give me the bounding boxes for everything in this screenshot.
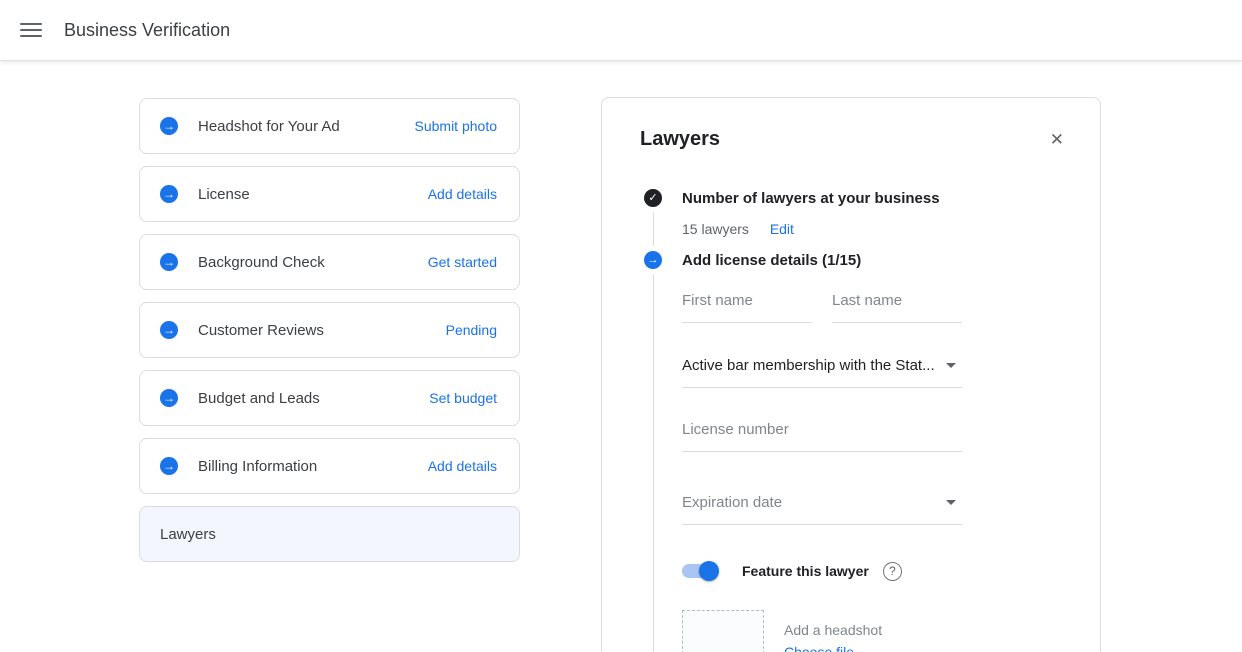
step-connector bbox=[653, 274, 654, 652]
last-name-field[interactable] bbox=[832, 292, 962, 323]
panel-header: Lawyers ✕ bbox=[640, 128, 1066, 152]
checklist-card[interactable]: Lawyers bbox=[139, 506, 520, 562]
expiration-date-select[interactable]: Expiration date bbox=[682, 494, 962, 525]
lawyer-count-value: 15 lawyers bbox=[682, 221, 749, 237]
hamburger-icon[interactable] bbox=[20, 23, 42, 37]
checklist: → Headshot for Your Ad Submit photo → Li… bbox=[139, 98, 520, 574]
lawyers-panel: Lawyers ✕ ✓ Number of lawyers at your bu… bbox=[601, 97, 1101, 652]
checklist-card-label: Lawyers bbox=[160, 526, 497, 543]
license-details-form: Active bar membership with the Stat... E… bbox=[682, 292, 1066, 652]
checklist-card[interactable]: → Customer Reviews Pending bbox=[139, 302, 520, 358]
feature-toggle-row: Feature this lawyer ? bbox=[682, 561, 1066, 581]
checklist-card[interactable]: → License Add details bbox=[139, 166, 520, 222]
stepper: ✓ Number of lawyers at your business 15 … bbox=[640, 189, 1066, 652]
choose-file-link[interactable]: Choose file bbox=[784, 644, 854, 652]
checklist-card-label: Budget and Leads bbox=[198, 390, 429, 407]
step-summary: 15 lawyers Edit bbox=[682, 221, 1066, 237]
check-circle-icon: ✓ bbox=[644, 189, 662, 207]
feature-toggle[interactable] bbox=[682, 561, 719, 581]
arrow-circle-icon: → bbox=[160, 253, 178, 271]
checklist-card[interactable]: → Budget and Leads Set budget bbox=[139, 370, 520, 426]
chevron-down-icon bbox=[946, 500, 956, 505]
checklist-card[interactable]: → Headshot for Your Ad Submit photo bbox=[139, 98, 520, 154]
arrow-circle-icon: → bbox=[160, 321, 178, 339]
panel-title: Lawyers bbox=[640, 128, 720, 151]
step-rail: ✓ bbox=[644, 189, 662, 251]
headshot-upload-box[interactable] bbox=[682, 610, 764, 652]
step-rail: → bbox=[644, 251, 662, 652]
main-content: → Headshot for Your Ad Submit photo → Li… bbox=[0, 61, 1242, 652]
headshot-label: Add a headshot bbox=[784, 622, 882, 638]
step-title: Number of lawyers at your business bbox=[682, 189, 1066, 208]
checklist-card-label: License bbox=[198, 186, 428, 203]
arrow-circle-icon: → bbox=[160, 389, 178, 407]
name-row bbox=[682, 292, 1066, 323]
step-content: Number of lawyers at your business 15 la… bbox=[682, 189, 1066, 251]
step-title: Add license details (1/15) bbox=[682, 251, 1066, 270]
checklist-card[interactable]: → Billing Information Add details bbox=[139, 438, 520, 494]
first-name-field[interactable] bbox=[682, 292, 812, 323]
checklist-card-action-link[interactable]: Submit photo bbox=[415, 118, 498, 134]
checklist-card-action-link[interactable]: Get started bbox=[428, 254, 497, 270]
checklist-card-label: Headshot for Your Ad bbox=[198, 118, 415, 135]
step-number-of-lawyers: ✓ Number of lawyers at your business 15 … bbox=[640, 189, 1066, 251]
bar-membership-select[interactable]: Active bar membership with the Stat... bbox=[682, 357, 962, 388]
checklist-card[interactable]: → Background Check Get started bbox=[139, 234, 520, 290]
checklist-card-label: Customer Reviews bbox=[198, 322, 446, 339]
step-connector bbox=[653, 212, 654, 246]
license-number-field[interactable] bbox=[682, 421, 962, 452]
checklist-card-action-link[interactable]: Add details bbox=[428, 458, 497, 474]
headshot-meta: Add a headshot Choose file bbox=[784, 610, 882, 652]
step-content: Add license details (1/15) Active bar me… bbox=[682, 251, 1066, 652]
checklist-card-action-link[interactable]: Add details bbox=[428, 186, 497, 202]
checklist-card-action-link[interactable]: Set budget bbox=[429, 390, 497, 406]
arrow-circle-icon: → bbox=[160, 457, 178, 475]
chevron-down-icon bbox=[946, 363, 956, 368]
close-icon[interactable]: ✕ bbox=[1048, 128, 1066, 152]
arrow-circle-icon: → bbox=[644, 251, 662, 269]
bar-membership-value: Active bar membership with the Stat... bbox=[682, 357, 935, 374]
arrow-circle-icon: → bbox=[160, 117, 178, 135]
arrow-circle-icon: → bbox=[160, 185, 178, 203]
toggle-thumb bbox=[699, 561, 719, 581]
edit-link[interactable]: Edit bbox=[770, 221, 794, 237]
checklist-card-action-link[interactable]: Pending bbox=[446, 322, 497, 338]
feature-toggle-label: Feature this lawyer bbox=[742, 563, 869, 579]
page-title: Business Verification bbox=[64, 20, 230, 41]
expiration-date-placeholder: Expiration date bbox=[682, 494, 782, 511]
app-header: Business Verification bbox=[0, 0, 1242, 61]
checklist-card-label: Background Check bbox=[198, 254, 428, 271]
headshot-row: Add a headshot Choose file bbox=[682, 610, 1066, 652]
checklist-card-label: Billing Information bbox=[198, 458, 428, 475]
help-icon[interactable]: ? bbox=[883, 562, 902, 581]
step-add-license-details: → Add license details (1/15) Active bar … bbox=[640, 251, 1066, 652]
